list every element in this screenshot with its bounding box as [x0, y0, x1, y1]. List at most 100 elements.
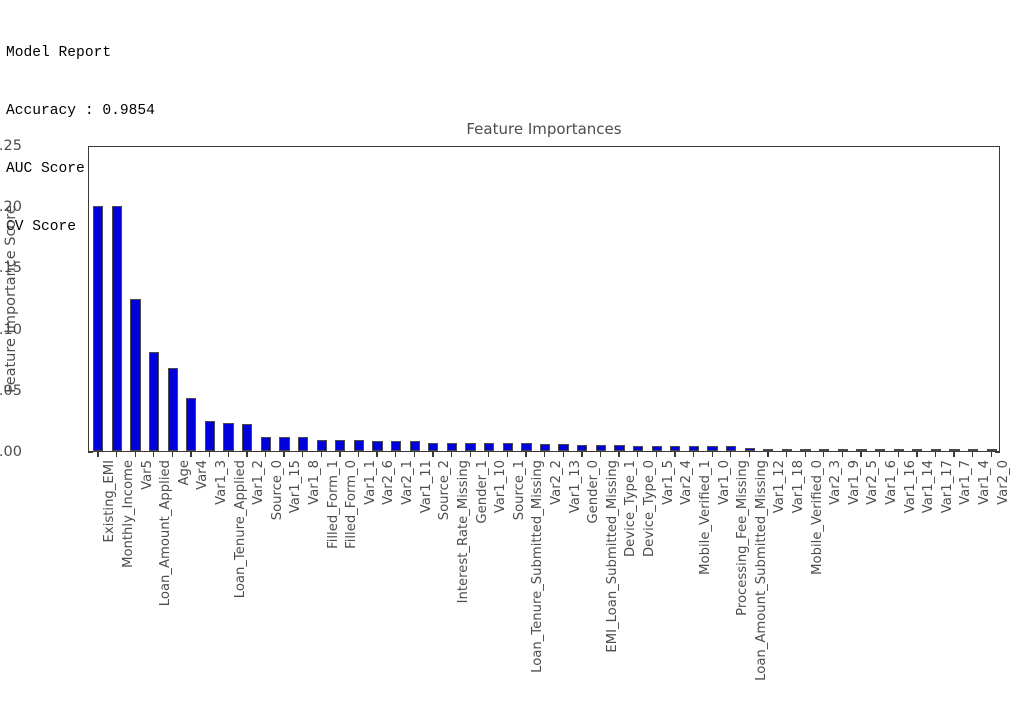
x-tick-label: Existing_EMI: [102, 460, 118, 543]
report-title-line: Model Report: [6, 44, 112, 61]
x-tick-label: Var1_1: [362, 460, 378, 505]
bar: [577, 444, 588, 451]
x-tick-mark: [246, 452, 248, 457]
x-tick-label: Filled_Form_0: [344, 460, 360, 549]
bar: [297, 437, 309, 451]
x-tick-label: Var2_1: [400, 460, 416, 505]
bar: [335, 440, 346, 451]
bar: [930, 449, 941, 451]
x-tick-mark: [934, 452, 937, 457]
chart-title: Feature Importances: [466, 120, 622, 138]
y-tick-label: 0.00: [0, 444, 22, 460]
bar: [465, 443, 476, 451]
x-tick-label: EMI_Loan_Submitted_Missing: [604, 460, 620, 653]
bar: [558, 443, 569, 451]
bar: [800, 449, 811, 451]
bar: [242, 424, 253, 451]
bar: [372, 440, 383, 451]
x-tick-label: Var1_8: [307, 460, 323, 505]
bar: [502, 443, 513, 451]
x-tick-label: Var1_0: [716, 460, 732, 505]
x-tick-mark: [953, 452, 955, 457]
x-tick-label: Var1_16: [902, 460, 918, 514]
bar: [688, 446, 699, 451]
bar: [874, 449, 886, 451]
x-tick-mark: [264, 452, 267, 457]
x-tick-label: Var2_0: [995, 460, 1011, 505]
bar: [484, 443, 495, 451]
x-tick-mark: [171, 452, 174, 457]
x-tick-mark: [599, 452, 602, 457]
x-tick-mark: [506, 452, 509, 457]
x-tick-label: Var1_13: [567, 460, 583, 514]
x-tick-label: Loan_Amount_Applied: [158, 460, 174, 607]
bar: [726, 446, 737, 451]
x-tick-label: Var1_6: [884, 460, 900, 505]
x-tick-mark: [767, 452, 769, 457]
bar: [446, 443, 458, 451]
bar: [949, 449, 960, 451]
bar: [595, 444, 606, 451]
x-tick-mark: [972, 452, 974, 457]
x-tick-mark: [208, 452, 211, 457]
x-tick-label: Mobile_Verified_0: [809, 460, 825, 575]
x-tick-mark: [190, 452, 192, 457]
bar: [986, 449, 997, 451]
y-axis-label-text: Feature Importance Score: [3, 205, 19, 393]
y-tick-label: 0.05: [0, 382, 22, 399]
x-tick-label: Var1_18: [790, 460, 806, 514]
bar: [819, 449, 830, 451]
x-tick-mark: [990, 452, 992, 457]
x-tick-mark: [115, 452, 118, 457]
bar: [521, 443, 532, 451]
bar: [837, 449, 848, 451]
x-tick-label: Var5: [139, 460, 155, 490]
x-tick-label: Var2_2: [549, 460, 564, 505]
bar: [912, 449, 923, 451]
x-tick-label: Var2_5: [865, 460, 881, 505]
x-tick-mark: [432, 452, 434, 457]
x-tick-label: Var1_4: [977, 460, 993, 505]
x-tick-label: Var1_12: [772, 460, 788, 514]
x-tick-label: Var2_3: [828, 460, 844, 505]
bar: [316, 440, 327, 451]
x-tick-label: Var4: [195, 460, 211, 490]
bar: [111, 206, 123, 451]
y-tick-label: 0.20: [0, 199, 22, 216]
x-tick-mark: [357, 452, 360, 457]
bar: [744, 447, 755, 451]
x-tick-mark: [469, 452, 471, 457]
bar: [149, 351, 160, 451]
x-tick-mark: [302, 452, 304, 457]
x-tick-mark: [897, 452, 899, 457]
bar: [130, 299, 141, 451]
x-tick-label: Device_Type_1: [623, 460, 639, 557]
x-tick-label: Var1_7: [958, 460, 974, 505]
bar: [651, 445, 662, 451]
x-tick-label: Monthly_Income: [120, 460, 136, 568]
bar: [763, 449, 774, 451]
x-tick-label: Interest_Rate_Missing: [455, 460, 471, 604]
x-tick-mark: [841, 452, 844, 457]
y-axis-label: Feature Importance Score: [0, 146, 22, 452]
x-tick-label: Var2_4: [679, 460, 695, 505]
bar: [279, 437, 290, 451]
bar: [539, 443, 551, 451]
bar: [260, 437, 271, 451]
x-tick-mark: [544, 452, 546, 457]
bar: [428, 442, 439, 451]
x-tick-mark: [748, 452, 751, 457]
x-tick-mark: [618, 452, 620, 457]
bar: [707, 446, 718, 451]
x-tick-mark: [674, 452, 676, 457]
x-tick-label: Var1_5: [660, 460, 676, 505]
feature-importances-chart: Feature Importances Feature Importance S…: [0, 110, 1024, 705]
x-tick-mark: [413, 452, 415, 457]
x-tick-mark: [860, 452, 862, 457]
bar: [781, 449, 793, 451]
x-tick-label: Var1_17: [939, 460, 955, 514]
y-tick-label: 0.15: [0, 260, 22, 277]
bar: [353, 440, 364, 451]
x-tick-mark: [730, 452, 732, 457]
x-tick-mark: [562, 452, 564, 457]
